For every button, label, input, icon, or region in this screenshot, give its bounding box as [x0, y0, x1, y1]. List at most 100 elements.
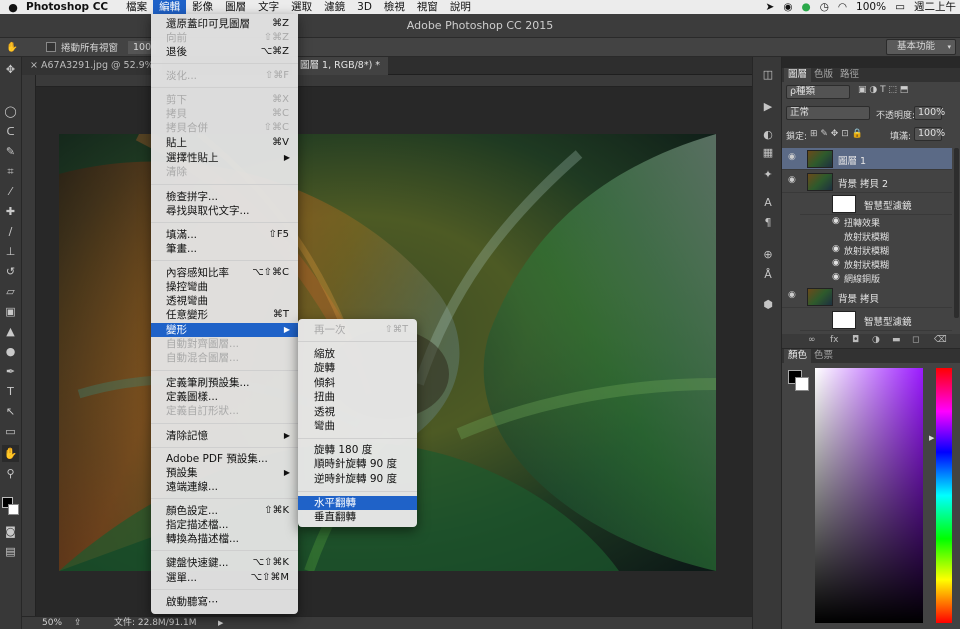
- menu-edit[interactable]: 編輯: [153, 0, 187, 14]
- background-color-chip[interactable]: [795, 377, 809, 391]
- share-icon[interactable]: ⇪: [74, 617, 82, 629]
- menu-item-paste-special[interactable]: 選擇性貼上 ▶: [151, 151, 298, 165]
- tab-color[interactable]: 顏色: [784, 349, 812, 363]
- menu-item-step-backward[interactable]: 退後 ⌥⌘Z: [151, 45, 298, 59]
- brush-panel-icon[interactable]: ✦: [759, 167, 777, 183]
- layer-row[interactable]: ◉ 背景 拷貝 2: [782, 171, 952, 193]
- menu-item-stroke[interactable]: 筆畫...: [151, 242, 298, 256]
- layers-scrollbar[interactable]: [954, 148, 959, 318]
- layer-row[interactable]: ◉ 背景 拷貝: [782, 286, 952, 308]
- menu-view[interactable]: 檢視: [378, 0, 411, 14]
- menu-filter[interactable]: 濾鏡: [318, 0, 351, 14]
- submenu-item-perspective[interactable]: 透視: [298, 405, 417, 419]
- filter-row[interactable]: ◉ 網線銅版: [782, 272, 952, 286]
- menu-item-clear[interactable]: 清除: [151, 165, 298, 179]
- menu-item-check-spelling[interactable]: 檢查拼字...: [151, 190, 298, 204]
- menu-item-content-aware-scale[interactable]: 內容感知比率 ⌥⇧⌘C: [151, 266, 298, 280]
- submenu-item-skew[interactable]: 傾斜: [298, 376, 417, 390]
- close-icon[interactable]: ×: [30, 60, 38, 71]
- mask-icon[interactable]: ◘: [852, 335, 859, 345]
- 3d-icon[interactable]: ⬢: [759, 297, 777, 313]
- menu-item-convert-profile[interactable]: 轉換為描述檔...: [151, 532, 298, 546]
- menu-item-copy-merged[interactable]: 拷貝合併 ⇧⌘C: [151, 121, 298, 135]
- stamp-tool-icon[interactable]: ⊥: [2, 243, 19, 260]
- menu-item-find-replace[interactable]: 尋找與取代文字...: [151, 204, 298, 218]
- blend-mode-select[interactable]: 正常: [786, 106, 870, 120]
- menu-item-keyboard-shortcuts[interactable]: 鍵盤快速鍵... ⌥⇧⌘K: [151, 556, 298, 570]
- brush-tool-icon[interactable]: ∕: [2, 223, 19, 240]
- menu-item-undo[interactable]: 還原蓋印可見圖層 ⌘Z: [151, 17, 298, 31]
- move-tool-icon[interactable]: ✥: [2, 61, 19, 78]
- zoom-level[interactable]: 50%: [42, 617, 62, 629]
- tab-swatches[interactable]: 色票: [810, 349, 837, 363]
- filter-row[interactable]: 放射狀模糊: [782, 230, 952, 244]
- adjustments-icon[interactable]: ◐: [759, 127, 777, 143]
- lock-icons[interactable]: ⊞ ✎ ✥ ⊡ 🔒: [810, 129, 863, 139]
- menu-item-paste[interactable]: 貼上 ⌘V: [151, 136, 298, 150]
- menu-item-pdf-presets[interactable]: Adobe PDF 預設集...: [151, 452, 298, 466]
- filter-row[interactable]: ◉ 放射狀模糊: [782, 258, 952, 272]
- play-arrow-icon[interactable]: ▶: [218, 617, 223, 629]
- shape-tool-icon[interactable]: ▭: [2, 423, 19, 440]
- submenu-item-warp[interactable]: 彎曲: [298, 419, 417, 433]
- apple-icon[interactable]: ●: [0, 1, 26, 14]
- submenu-item-flip-horizontal[interactable]: 水平翻轉: [298, 496, 417, 510]
- quick-select-tool-icon[interactable]: ✎: [2, 143, 19, 160]
- workspace-select[interactable]: 基本功能 ▾: [886, 39, 956, 55]
- menu-item-perspective-warp[interactable]: 透視彎曲: [151, 294, 298, 308]
- eye-icon[interactable]: ◉: [788, 152, 796, 162]
- menu-item-cut[interactable]: 剪下 ⌘X: [151, 93, 298, 107]
- wechat-icon[interactable]: ◉: [783, 0, 792, 14]
- menu-file[interactable]: 檔案: [120, 0, 153, 14]
- eye-icon[interactable]: ◉: [788, 175, 796, 185]
- menu-item-fade[interactable]: 淡化... ⇧⌘F: [151, 69, 298, 83]
- hand-tool-icon[interactable]: ✋: [2, 445, 19, 462]
- submenu-item-scale[interactable]: 縮放: [298, 347, 417, 361]
- tab-layers[interactable]: 圖層: [784, 68, 812, 82]
- menu-item-assign-profile[interactable]: 指定描述檔...: [151, 518, 298, 532]
- smart-filter-row[interactable]: 智慧型濾鏡: [800, 193, 952, 215]
- eraser-tool-icon[interactable]: ▱: [2, 283, 19, 300]
- layer-kind-filter[interactable]: ρ種類: [786, 85, 850, 99]
- path-select-tool-icon[interactable]: ↖: [2, 403, 19, 420]
- wifi-icon[interactable]: ◠: [838, 0, 847, 14]
- menu-type[interactable]: 文字: [252, 0, 285, 14]
- zoom-tool-icon[interactable]: ⚲: [2, 465, 19, 482]
- dodge-tool-icon[interactable]: ●: [2, 343, 19, 360]
- menu-item-define-pattern[interactable]: 定義圖樣...: [151, 390, 298, 404]
- adjustment-layer-icon[interactable]: ◑: [872, 335, 880, 345]
- menu-image[interactable]: 影像: [186, 0, 219, 14]
- clone-source-icon[interactable]: ⊕: [759, 247, 777, 263]
- new-layer-icon[interactable]: ◻: [912, 335, 919, 345]
- healing-tool-icon[interactable]: ✚: [2, 203, 19, 220]
- filter-eye-icon[interactable]: ◉: [832, 258, 840, 268]
- filter-eye-icon[interactable]: ◉: [832, 272, 840, 282]
- color-picker-field[interactable]: [815, 368, 923, 623]
- quick-mask-icon[interactable]: ◙: [2, 523, 19, 540]
- type-tool-icon[interactable]: T: [2, 383, 19, 400]
- menu-window[interactable]: 視窗: [411, 0, 444, 14]
- app-menu[interactable]: Photoshop CC: [26, 1, 108, 13]
- lasso-tool-icon[interactable]: ᑕ: [2, 123, 19, 140]
- history-brush-tool-icon[interactable]: ↺: [2, 263, 19, 280]
- glyphs-icon[interactable]: Å: [759, 267, 777, 283]
- fill-input[interactable]: 100%: [914, 127, 945, 141]
- menu-item-puppet-warp[interactable]: 操控彎曲: [151, 280, 298, 294]
- submenu-item-flip-vertical[interactable]: 垂直翻轉: [298, 510, 417, 524]
- eyedropper-tool-icon[interactable]: ⁄: [2, 183, 19, 200]
- menu-item-color-settings[interactable]: 顏色設定... ⇧⌘K: [151, 504, 298, 518]
- filter-row[interactable]: ◉ 扭轉效果: [782, 216, 952, 230]
- tab-document-2[interactable]: 圖層 1, RGB/8*) *: [292, 57, 389, 75]
- gradient-tool-icon[interactable]: ▣: [2, 303, 19, 320]
- menu-3d[interactable]: 3D: [351, 0, 378, 14]
- menu-item-remote-connections[interactable]: 遠端連線...: [151, 480, 298, 494]
- filter-icons[interactable]: ▣ ◑ T ⬚ ⬒: [858, 85, 908, 95]
- play-icon[interactable]: ▶: [759, 99, 777, 115]
- filter-eye-icon[interactable]: ◉: [832, 244, 840, 254]
- link-icon[interactable]: ∞: [808, 335, 816, 345]
- battery-icon[interactable]: ▭: [895, 0, 905, 14]
- menu-help[interactable]: 說明: [444, 0, 477, 14]
- group-icon[interactable]: ▬: [892, 335, 901, 345]
- tab-paths[interactable]: 路徑: [836, 68, 863, 82]
- submenu-item-rotate-90-ccw[interactable]: 逆時針旋轉 90 度: [298, 472, 417, 486]
